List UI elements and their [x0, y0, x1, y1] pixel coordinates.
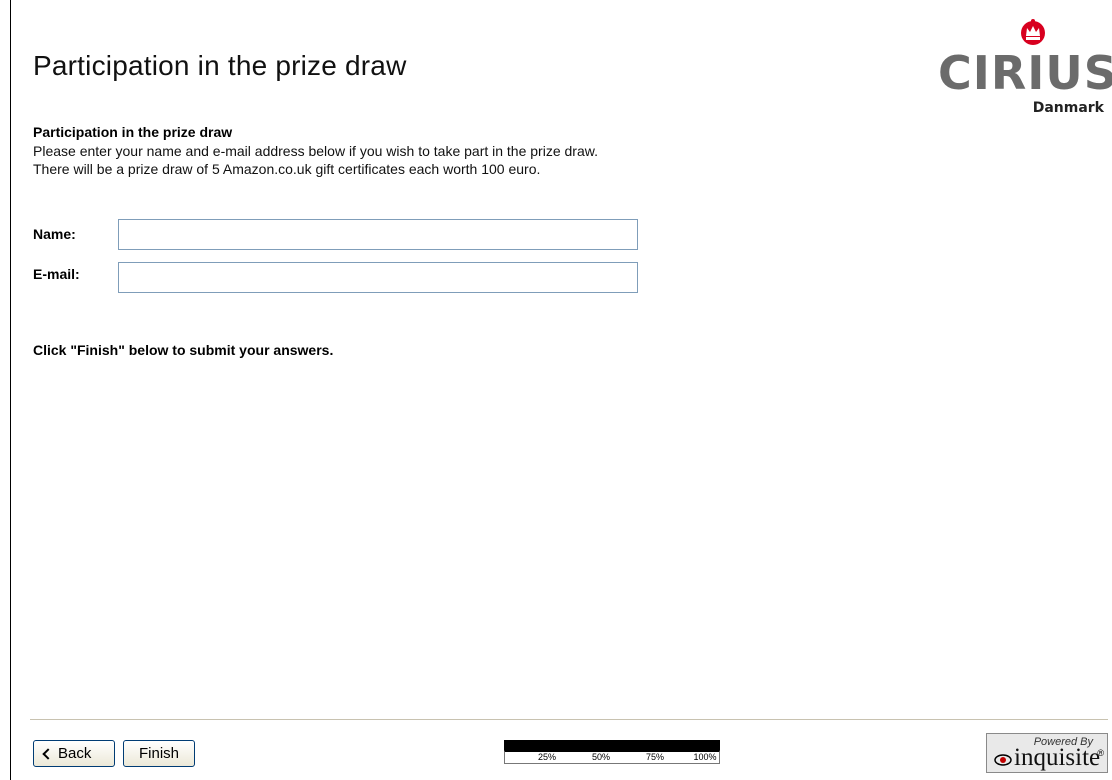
- intro-text-line-2: There will be a prize draw of 5 Amazon.c…: [33, 161, 541, 177]
- intro-text-line-1: Please enter your name and e-mail addres…: [33, 143, 598, 159]
- logo-subtitle: Danmark: [1032, 100, 1104, 116]
- progress-tick-100: 100%: [693, 752, 717, 762]
- crown-icon: [1021, 19, 1045, 45]
- progress-fill: [504, 740, 720, 750]
- section-heading: Participation in the prize draw: [33, 124, 233, 140]
- finish-button-label: Finish: [138, 745, 179, 762]
- inquisite-wordmark: inquisite: [1014, 744, 1101, 771]
- email-label: E-mail:: [33, 266, 80, 282]
- progress-track: [504, 740, 720, 750]
- logo-wordmark: CIRIUS: [938, 46, 1112, 100]
- back-button-label: Back: [58, 745, 92, 762]
- email-field[interactable]: [118, 262, 638, 293]
- footer-divider: [30, 719, 1108, 720]
- progress-bar: 25% 50% 75% 100%: [504, 740, 720, 764]
- chevron-left-icon: [42, 747, 54, 760]
- progress-tick-50: 50%: [591, 752, 610, 762]
- eye-icon: [994, 754, 1012, 766]
- registered-mark: ®: [1097, 748, 1104, 758]
- powered-by-inquisite-badge[interactable]: Powered By inquisite ®: [986, 733, 1108, 773]
- name-field[interactable]: [118, 219, 638, 250]
- finish-instructions: Click "Finish" below to submit your answ…: [33, 342, 334, 358]
- back-button[interactable]: Back: [33, 740, 115, 767]
- progress-tick-75: 75%: [645, 752, 664, 762]
- name-label: Name:: [33, 226, 76, 242]
- finish-button[interactable]: Finish: [123, 740, 195, 767]
- cirius-logo: CIRIUS Danmark: [938, 18, 1112, 123]
- progress-tick-25: 25%: [537, 752, 556, 762]
- page-title: Participation in the prize draw: [33, 50, 407, 81]
